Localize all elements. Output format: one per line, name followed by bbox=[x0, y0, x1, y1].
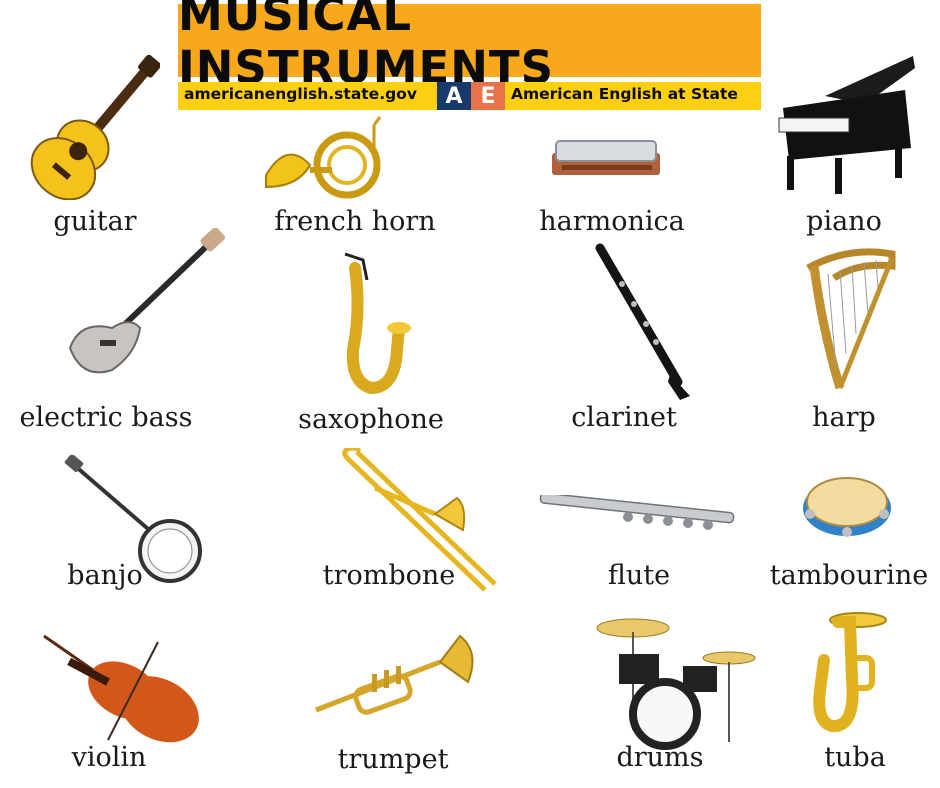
saxophone-icon bbox=[344, 252, 411, 395]
tambourine-icon bbox=[803, 477, 891, 537]
label-guitar: guitar bbox=[53, 206, 137, 237]
drums-icon bbox=[596, 618, 756, 750]
clarinet-icon bbox=[595, 243, 690, 400]
site-link[interactable]: americanenglish.state.gov bbox=[184, 85, 417, 103]
trumpet-icon bbox=[315, 634, 474, 715]
tuba-icon bbox=[813, 612, 887, 733]
harp-icon bbox=[806, 248, 896, 390]
org-name: American English at State bbox=[511, 85, 738, 103]
label-tuba: tuba bbox=[824, 742, 886, 773]
label-drums: drums bbox=[616, 742, 704, 773]
label-electric-bass: electric bass bbox=[19, 402, 193, 433]
label-trumpet: trumpet bbox=[337, 744, 449, 775]
piano-icon bbox=[778, 56, 915, 194]
label-clarinet: clarinet bbox=[571, 402, 677, 433]
label-saxophone: saxophone bbox=[298, 404, 444, 435]
label-trombone: trombone bbox=[322, 560, 456, 591]
logo-a-badge: A bbox=[437, 82, 471, 110]
source-bar: americanenglish.state.gov A E American E… bbox=[178, 82, 761, 110]
label-harmonica: harmonica bbox=[539, 206, 685, 237]
harmonica-icon bbox=[552, 140, 660, 175]
flute-icon bbox=[539, 495, 735, 530]
violin-icon bbox=[43, 634, 199, 743]
label-tambourine: tambourine bbox=[769, 560, 929, 591]
label-violin: violin bbox=[71, 742, 147, 773]
guitar-icon bbox=[30, 55, 160, 200]
label-banjo: banjo bbox=[67, 560, 143, 591]
label-flute: flute bbox=[607, 560, 671, 591]
poster: MUSICAL INSTRUMENTS americanenglish.stat… bbox=[0, 0, 940, 788]
french-horn-icon bbox=[265, 116, 382, 199]
label-piano: piano bbox=[806, 206, 882, 237]
label-harp: harp bbox=[812, 402, 876, 433]
label-french-horn: french horn bbox=[274, 206, 436, 237]
page-title: MUSICAL INSTRUMENTS bbox=[178, 0, 554, 94]
logo-e-badge: E bbox=[471, 82, 505, 110]
title-banner: MUSICAL INSTRUMENTS bbox=[178, 0, 761, 94]
electric-bass-icon bbox=[68, 228, 226, 374]
